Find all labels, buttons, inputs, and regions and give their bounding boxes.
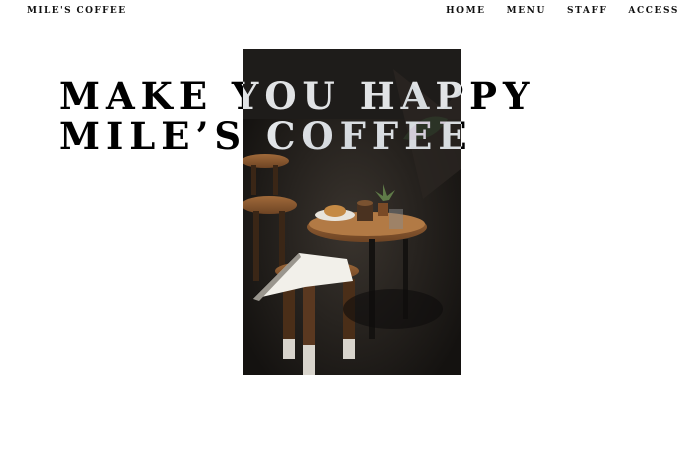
nav-home-link[interactable]: HOME [446,6,486,16]
page: MILE'S COFFEE HOME MENU STAFF ACCESS MAK… [0,0,700,460]
nav-staff-link[interactable]: STAFF [567,6,607,16]
nav-access-link[interactable]: ACCESS [628,6,679,16]
main-nav: HOME MENU STAFF ACCESS [446,6,679,16]
headline-line-1: MAKE YOU HAPPY [59,74,536,118]
headline-line-2: MILE’S COFFEE [59,114,473,158]
hero-headline: MAKE YOU HAPPY MILE’S COFFEE [59,76,535,156]
nav-menu-link[interactable]: MENU [507,6,546,16]
brand-logo[interactable]: MILE'S COFFEE [27,6,126,16]
